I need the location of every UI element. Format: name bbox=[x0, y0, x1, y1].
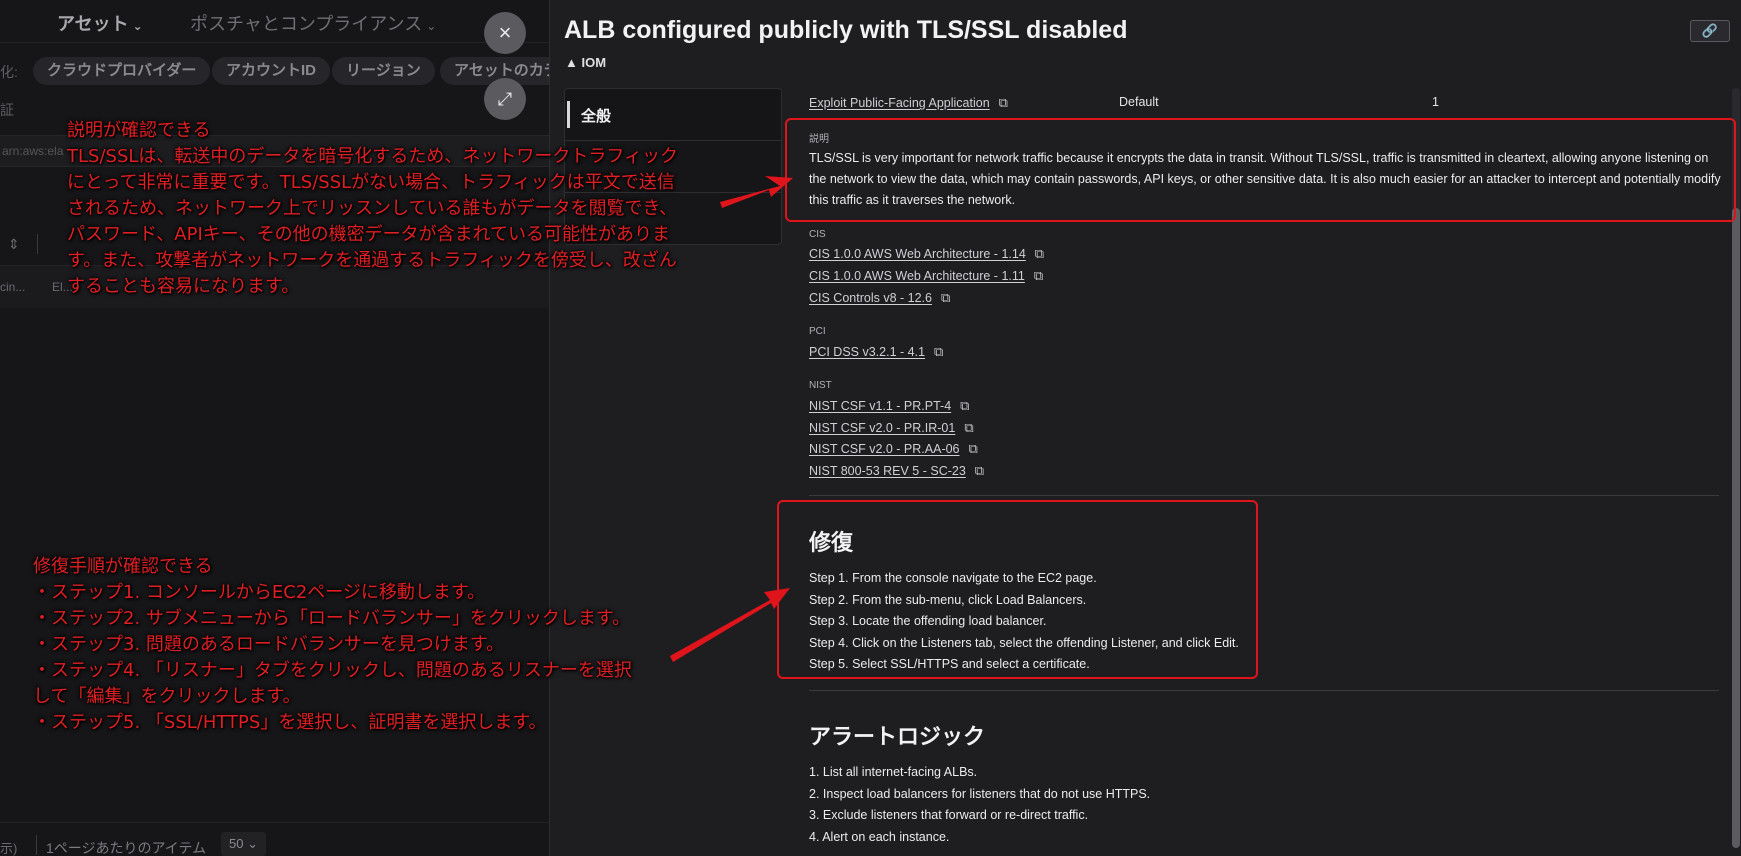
iom-tag-label: IOM bbox=[581, 55, 607, 70]
pci-heading: PCI bbox=[809, 326, 826, 337]
alert-logic-step: 1. List all internet-facing ALBs. bbox=[809, 765, 978, 779]
external-link-icon: ⧉ bbox=[940, 290, 951, 305]
page-title: ALB configured publicly with TLS/SSL dis… bbox=[564, 16, 1128, 44]
tab-assets-label: アセット bbox=[57, 14, 129, 34]
filter-label: 化: bbox=[0, 64, 18, 80]
items-per-page-label: 1ページあたりのアイテム bbox=[46, 840, 207, 856]
compliance-link-label: NIST CSF v1.1 - PR.PT-4 bbox=[809, 399, 952, 413]
nist-heading: NIST bbox=[809, 380, 832, 391]
pagination-footer: 示) 1ページあたりのアイテム 50 ⌄ bbox=[0, 822, 549, 856]
compliance-link-label: PCI DSS v3.2.1 - 4.1 bbox=[809, 345, 926, 359]
close-button[interactable]: × bbox=[484, 12, 526, 54]
alert-logic-heading: アラートロジック bbox=[809, 724, 986, 749]
mitre-tactic-value: Default bbox=[1119, 95, 1159, 109]
compliance-link-label: CIS 1.0.0 AWS Web Architecture - 1.14 bbox=[809, 247, 1026, 261]
compliance-link[interactable]: CIS 1.0.0 AWS Web Architecture - 1.11 ⧉ bbox=[809, 268, 1043, 284]
external-link-icon: ⧉ bbox=[1033, 268, 1044, 283]
external-link-icon: ⧉ bbox=[1034, 246, 1045, 261]
search-text: arn:aws:ela bbox=[2, 144, 64, 158]
description-highlight-box bbox=[785, 118, 1736, 222]
compliance-link-label: CIS 1.0.0 AWS Web Architecture - 1.11 bbox=[809, 269, 1025, 283]
expand-button[interactable]: ⤢ bbox=[484, 78, 526, 120]
alert-logic-step: 4. Alert on each instance. bbox=[809, 829, 950, 844]
compliance-link[interactable]: PCI DSS v3.2.1 - 4.1 ⧉ bbox=[809, 344, 943, 360]
tab-posture-compliance[interactable]: ポスチャとコンプライアンス ⌄ bbox=[190, 10, 436, 36]
alert-logic-step: 2. Inspect load balancers for listeners … bbox=[809, 786, 1151, 801]
tab-assets[interactable]: アセット ⌄ bbox=[57, 10, 143, 36]
page-size-value: 50 bbox=[229, 836, 244, 851]
top-nav: アセット ⌄ ポスチャとコンプライアンス ⌄ bbox=[0, 0, 549, 43]
compliance-link[interactable]: NIST CSF v2.0 - PR.IR-01 ⧉ bbox=[809, 420, 974, 436]
external-link-icon: ⧉ bbox=[968, 441, 978, 456]
footer-text: 示) bbox=[0, 841, 18, 856]
warning-icon: ▲ bbox=[565, 55, 578, 70]
divider bbox=[36, 835, 37, 855]
compliance-link-label: NIST CSF v2.0 - PR.IR-01 bbox=[809, 421, 956, 435]
section-divider bbox=[809, 690, 1719, 691]
external-link-icon: ⧉ bbox=[934, 344, 944, 359]
divider bbox=[37, 234, 38, 254]
section-divider bbox=[809, 495, 1719, 496]
link-icon: 🔗 bbox=[1701, 23, 1719, 38]
copy-link-button[interactable]: 🔗 bbox=[1690, 20, 1730, 42]
mitre-technique-label: Exploit Public-Facing Application bbox=[809, 96, 990, 110]
chevron-down-icon: ⌄ bbox=[426, 19, 437, 33]
alert-logic-step: 3. Exclude listeners that forward or re-… bbox=[809, 808, 1089, 823]
tab-posture-label: ポスチャとコンプライアンス bbox=[190, 14, 423, 34]
chevron-down-icon: ⌄ bbox=[132, 19, 143, 33]
description-annotation: 説明が確認できる TLS/SSLは、転送中のデータを暗号化するため、ネットワーク… bbox=[67, 120, 679, 297]
sort-icon[interactable]: ⇕ bbox=[8, 236, 20, 253]
section-label: 証 bbox=[0, 102, 14, 118]
external-link-icon: ⧉ bbox=[960, 398, 970, 413]
external-link-icon: ⧉ bbox=[974, 463, 985, 478]
compliance-link-label: CIS Controls v8 - 12.6 bbox=[809, 291, 932, 305]
expand-icon: ⤢ bbox=[497, 88, 513, 109]
compliance-link[interactable]: CIS Controls v8 - 12.6 ⧉ bbox=[809, 290, 950, 306]
compliance-link-label: NIST 800-53 REV 5 - SC-23 bbox=[809, 464, 966, 478]
compliance-link-label: NIST CSF v2.0 - PR.AA-06 bbox=[809, 442, 960, 456]
compliance-link[interactable]: NIST CSF v1.1 - PR.PT-4 ⧉ bbox=[809, 398, 969, 414]
compliance-link[interactable]: CIS 1.0.0 AWS Web Architecture - 1.14 ⧉ bbox=[809, 246, 1044, 262]
scrollbar-thumb[interactable] bbox=[1732, 208, 1740, 848]
alert-logic-steps: 1. List all internet-facing ALBs. 2. Ins… bbox=[809, 762, 1150, 848]
external-link-icon: ⧉ bbox=[998, 95, 1008, 110]
filter-chip-account-id[interactable]: アカウントID bbox=[212, 57, 331, 85]
filter-chip-region[interactable]: リージョン bbox=[332, 57, 435, 85]
mitre-technique-link[interactable]: Exploit Public-Facing Application ⧉ bbox=[809, 95, 1008, 111]
iom-tag: ▲ IOM bbox=[565, 55, 606, 70]
external-link-icon: ⧉ bbox=[964, 420, 974, 435]
filter-chip-cloud-provider[interactable]: クラウドプロバイダー bbox=[33, 57, 211, 85]
page-size-select[interactable]: 50 ⌄ bbox=[221, 832, 266, 856]
remediation-annotation: 修復手順が確認できる ・ステップ1. コンソールからEC2ページに移動します。 … bbox=[33, 556, 632, 733]
table-cell: cin... bbox=[0, 280, 26, 294]
remediation-highlight-box bbox=[777, 500, 1258, 679]
compliance-link[interactable]: NIST 800-53 REV 5 - SC-23 ⧉ bbox=[809, 463, 984, 479]
mitre-count: 1 bbox=[1432, 95, 1439, 109]
cis-heading: CIS bbox=[809, 229, 826, 240]
close-icon: × bbox=[498, 20, 512, 45]
compliance-link[interactable]: NIST CSF v2.0 - PR.AA-06 ⧉ bbox=[809, 441, 978, 457]
